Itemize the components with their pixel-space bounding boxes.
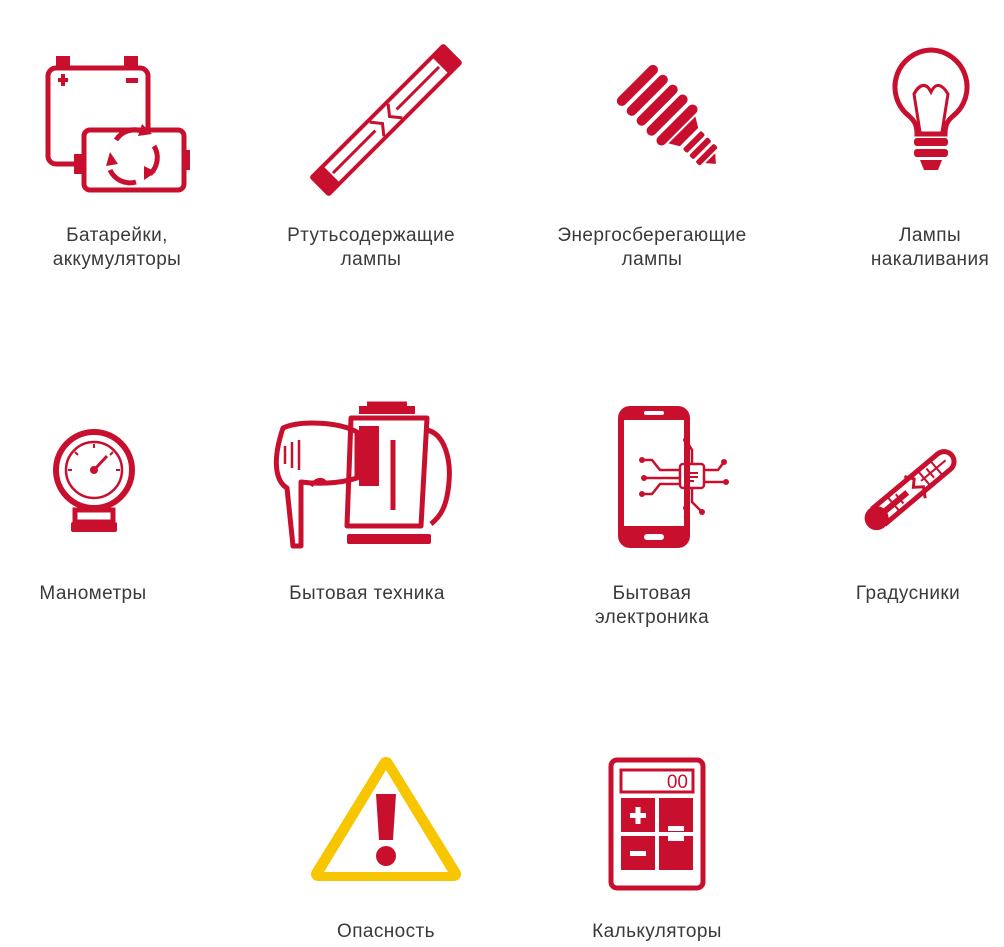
label-line: Бытовая техника bbox=[289, 583, 445, 604]
category-mercury-lamps[interactable]: Ртутьсодержащие лампы bbox=[251, 40, 491, 280]
label-line: Опасность bbox=[337, 921, 435, 942]
label-line: лампы bbox=[621, 249, 683, 270]
incandescent-bulb-icon bbox=[892, 47, 970, 170]
hairdryer-kettle-icon bbox=[273, 401, 452, 549]
warning-icon bbox=[311, 757, 461, 881]
label-line: Лампы bbox=[898, 225, 962, 246]
label-line: лампы bbox=[340, 249, 402, 270]
category-label: Калькуляторы bbox=[537, 920, 777, 944]
category-label: Опасность bbox=[266, 920, 506, 944]
category-household-electronics[interactable]: Бытовая электроника bbox=[532, 400, 772, 640]
label-line: Калькуляторы bbox=[592, 921, 722, 942]
category-label: Бытовая электроника bbox=[532, 582, 772, 630]
label-line: Энергосберегающие bbox=[557, 225, 747, 246]
fluorescent-tube-icon bbox=[310, 44, 462, 196]
category-label: Батарейки, аккумуляторы bbox=[0, 224, 237, 272]
calculator-icon: 00 bbox=[608, 757, 706, 891]
category-label: Манометры bbox=[0, 582, 213, 606]
category-label: Градусники bbox=[788, 582, 1004, 606]
energy-saving-bulb-icon bbox=[616, 64, 718, 166]
category-energy-saving-lamps[interactable]: Энергосберегающие лампы bbox=[532, 40, 772, 280]
label-line: аккумуляторы bbox=[52, 249, 182, 270]
label-line: Градусники bbox=[855, 583, 961, 604]
category-label: Лампы накаливания bbox=[810, 224, 1004, 272]
category-hazard[interactable]: Опасность bbox=[266, 750, 506, 947]
category-thermometers[interactable]: Градусники bbox=[788, 400, 1004, 620]
category-incandescent-lamps[interactable]: Лампы накаливания bbox=[810, 40, 1004, 280]
label-line: Бытовая bbox=[612, 583, 692, 604]
label-line: Манометры bbox=[39, 583, 147, 604]
broken-thermometer-icon bbox=[864, 449, 957, 531]
category-manometers[interactable]: Манометры bbox=[0, 400, 213, 620]
pressure-gauge-icon bbox=[53, 429, 135, 532]
category-household-appliances[interactable]: Бытовая техника bbox=[247, 400, 487, 620]
category-label: Бытовая техника bbox=[247, 582, 487, 606]
category-calculators[interactable]: 00 Калькуляторы bbox=[537, 750, 777, 947]
label-line: электроника bbox=[594, 607, 710, 628]
smartphone-chip-icon bbox=[618, 406, 729, 548]
category-label: Энергосберегающие лампы bbox=[532, 224, 772, 272]
category-label: Ртутьсодержащие лампы bbox=[251, 224, 491, 272]
category-batteries[interactable]: Батарейки, аккумуляторы bbox=[0, 40, 237, 280]
label-line: Батарейки, bbox=[66, 225, 168, 246]
label-line: накаливания bbox=[870, 249, 990, 270]
battery-recycle-icon bbox=[45, 56, 190, 193]
label-line: Ртутьсодержащие bbox=[287, 225, 455, 246]
calculator-display: 00 bbox=[667, 772, 688, 793]
